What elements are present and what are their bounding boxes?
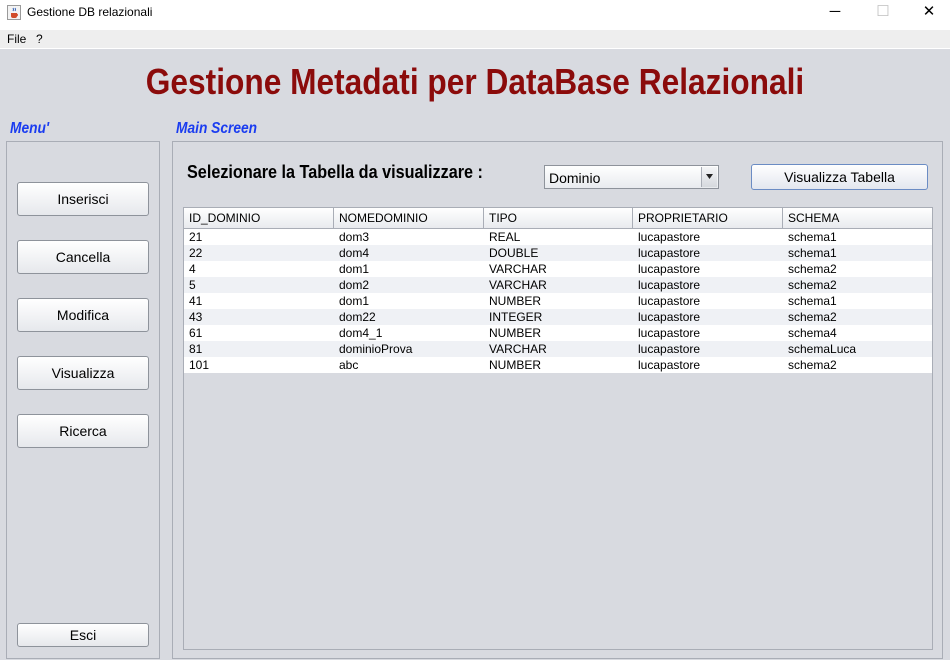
insert-button[interactable]: Inserisci (17, 182, 149, 216)
table-cell[interactable]: 61 (184, 325, 334, 341)
column-header-id-dominio[interactable]: ID_DOMINIO (184, 208, 334, 228)
table-select[interactable]: Dominio (544, 165, 719, 189)
select-table-label: Selezionare la Tabella da visualizzare : (187, 162, 483, 182)
table-cell[interactable]: schema1 (783, 293, 932, 309)
column-header-nomedominio[interactable]: NOMEDOMINIO (334, 208, 484, 228)
table-cell[interactable]: 5 (184, 277, 334, 293)
table-cell[interactable]: schema2 (783, 309, 932, 325)
table-row[interactable]: 101 abc NUMBER lucapastore schema2 (184, 357, 932, 373)
table-row[interactable]: 21 dom3 REAL lucapastore schema1 (184, 229, 932, 245)
table-row[interactable]: 5 dom2 VARCHAR lucapastore schema2 (184, 277, 932, 293)
table-cell[interactable]: schema2 (783, 261, 932, 277)
window-title: Gestione DB relazionali (27, 5, 153, 19)
table-cell[interactable]: dom3 (334, 229, 484, 245)
window-titlebar: Gestione DB relazionali ─ ☐ ✕ (0, 0, 950, 26)
table-cell[interactable]: 21 (184, 229, 334, 245)
table-cell[interactable]: lucapastore (633, 293, 783, 309)
delete-button[interactable]: Cancella (17, 240, 149, 274)
minimize-button[interactable]: ─ (812, 0, 858, 26)
table-cell[interactable]: VARCHAR (484, 277, 633, 293)
maximize-button[interactable]: ☐ (860, 0, 906, 26)
table-cell[interactable]: NUMBER (484, 357, 633, 373)
table-cell[interactable]: NUMBER (484, 325, 633, 341)
table-cell[interactable]: 43 (184, 309, 334, 325)
table-row[interactable]: 41 dom1 NUMBER lucapastore schema1 (184, 293, 932, 309)
content-area: Gestione Metadati per DataBase Relaziona… (0, 49, 950, 660)
view-button[interactable]: Visualizza (17, 356, 149, 390)
table-row[interactable]: 22 dom4 DOUBLE lucapastore schema1 (184, 245, 932, 261)
table-row[interactable]: 81 dominioProva VARCHAR lucapastore schemaLu… (184, 341, 932, 357)
table-cell[interactable]: schemaLuca (783, 341, 932, 357)
table-cell[interactable]: dom4_1 (334, 325, 484, 341)
table-cell[interactable]: lucapastore (633, 277, 783, 293)
table-cell[interactable]: dom1 (334, 293, 484, 309)
table-row[interactable]: 61 dom4_1 NUMBER lucapastore schema4 (184, 325, 932, 341)
table-cell[interactable]: INTEGER (484, 309, 633, 325)
table-cell[interactable]: DOUBLE (484, 245, 633, 261)
column-header-proprietario[interactable]: PROPRIETARIO (633, 208, 783, 228)
table-cell[interactable]: schema2 (783, 357, 932, 373)
table-cell[interactable]: dom2 (334, 277, 484, 293)
table-row[interactable]: 43 dom22 INTEGER lucapastore schema2 (184, 309, 932, 325)
table-body: 21 dom3 REAL lucapastore schema1 22 dom4 DOUBLE… (184, 229, 932, 373)
table-cell[interactable]: VARCHAR (484, 261, 633, 277)
show-table-button[interactable]: Visualizza Tabella (751, 164, 928, 190)
table-cell[interactable]: schema1 (783, 229, 932, 245)
table-cell[interactable]: dom4 (334, 245, 484, 261)
table-cell[interactable]: dom22 (334, 309, 484, 325)
table-cell[interactable]: NUMBER (484, 293, 633, 309)
column-header-tipo[interactable]: TIPO (484, 208, 633, 228)
table-cell[interactable]: 81 (184, 341, 334, 357)
edit-button[interactable]: Modifica (17, 298, 149, 332)
table-cell[interactable]: REAL (484, 229, 633, 245)
java-cup-icon (7, 5, 21, 20)
triangle-down-icon[interactable] (701, 167, 717, 187)
data-table: ID_DOMINIO NOMEDOMINIO TIPO PROPRIETARIO… (183, 207, 933, 650)
menu-help[interactable]: ? (36, 32, 43, 46)
exit-button[interactable]: Esci (17, 623, 149, 647)
close-button[interactable]: ✕ (906, 0, 950, 26)
table-cell[interactable]: schema4 (783, 325, 932, 341)
table-cell[interactable]: lucapastore (633, 341, 783, 357)
table-header: ID_DOMINIO NOMEDOMINIO TIPO PROPRIETARIO… (184, 208, 932, 229)
main-screen-label: Main Screen (176, 120, 258, 137)
table-cell[interactable]: lucapastore (633, 309, 783, 325)
menu-file[interactable]: File (7, 32, 26, 46)
table-cell[interactable]: 101 (184, 357, 334, 373)
table-cell[interactable]: schema1 (783, 245, 932, 261)
table-cell[interactable]: abc (334, 357, 484, 373)
table-cell[interactable]: lucapastore (633, 245, 783, 261)
column-header-schema[interactable]: SCHEMA (783, 208, 932, 228)
main-panel: Selezionare la Tabella da visualizzare :… (172, 141, 943, 659)
table-cell[interactable]: 22 (184, 245, 334, 261)
table-cell[interactable]: 41 (184, 293, 334, 309)
table-cell[interactable]: 4 (184, 261, 334, 277)
sidebar-panel: Inserisci Cancella Modifica Visualizza R… (6, 141, 160, 659)
table-cell[interactable]: dominioProva (334, 341, 484, 357)
table-cell[interactable]: dom1 (334, 261, 484, 277)
table-cell[interactable]: lucapastore (633, 229, 783, 245)
menubar: File ? (0, 30, 950, 48)
menu-section-label: Menu' (10, 120, 50, 137)
page-title: Gestione Metadati per DataBase Relaziona… (145, 61, 805, 102)
table-cell[interactable]: lucapastore (633, 357, 783, 373)
table-row[interactable]: 4 dom1 VARCHAR lucapastore schema2 (184, 261, 932, 277)
table-cell[interactable]: lucapastore (633, 325, 783, 341)
table-cell[interactable]: schema2 (783, 277, 932, 293)
table-cell[interactable]: VARCHAR (484, 341, 633, 357)
table-cell[interactable]: lucapastore (633, 261, 783, 277)
search-button[interactable]: Ricerca (17, 414, 149, 448)
table-select-value: Dominio (549, 170, 601, 186)
